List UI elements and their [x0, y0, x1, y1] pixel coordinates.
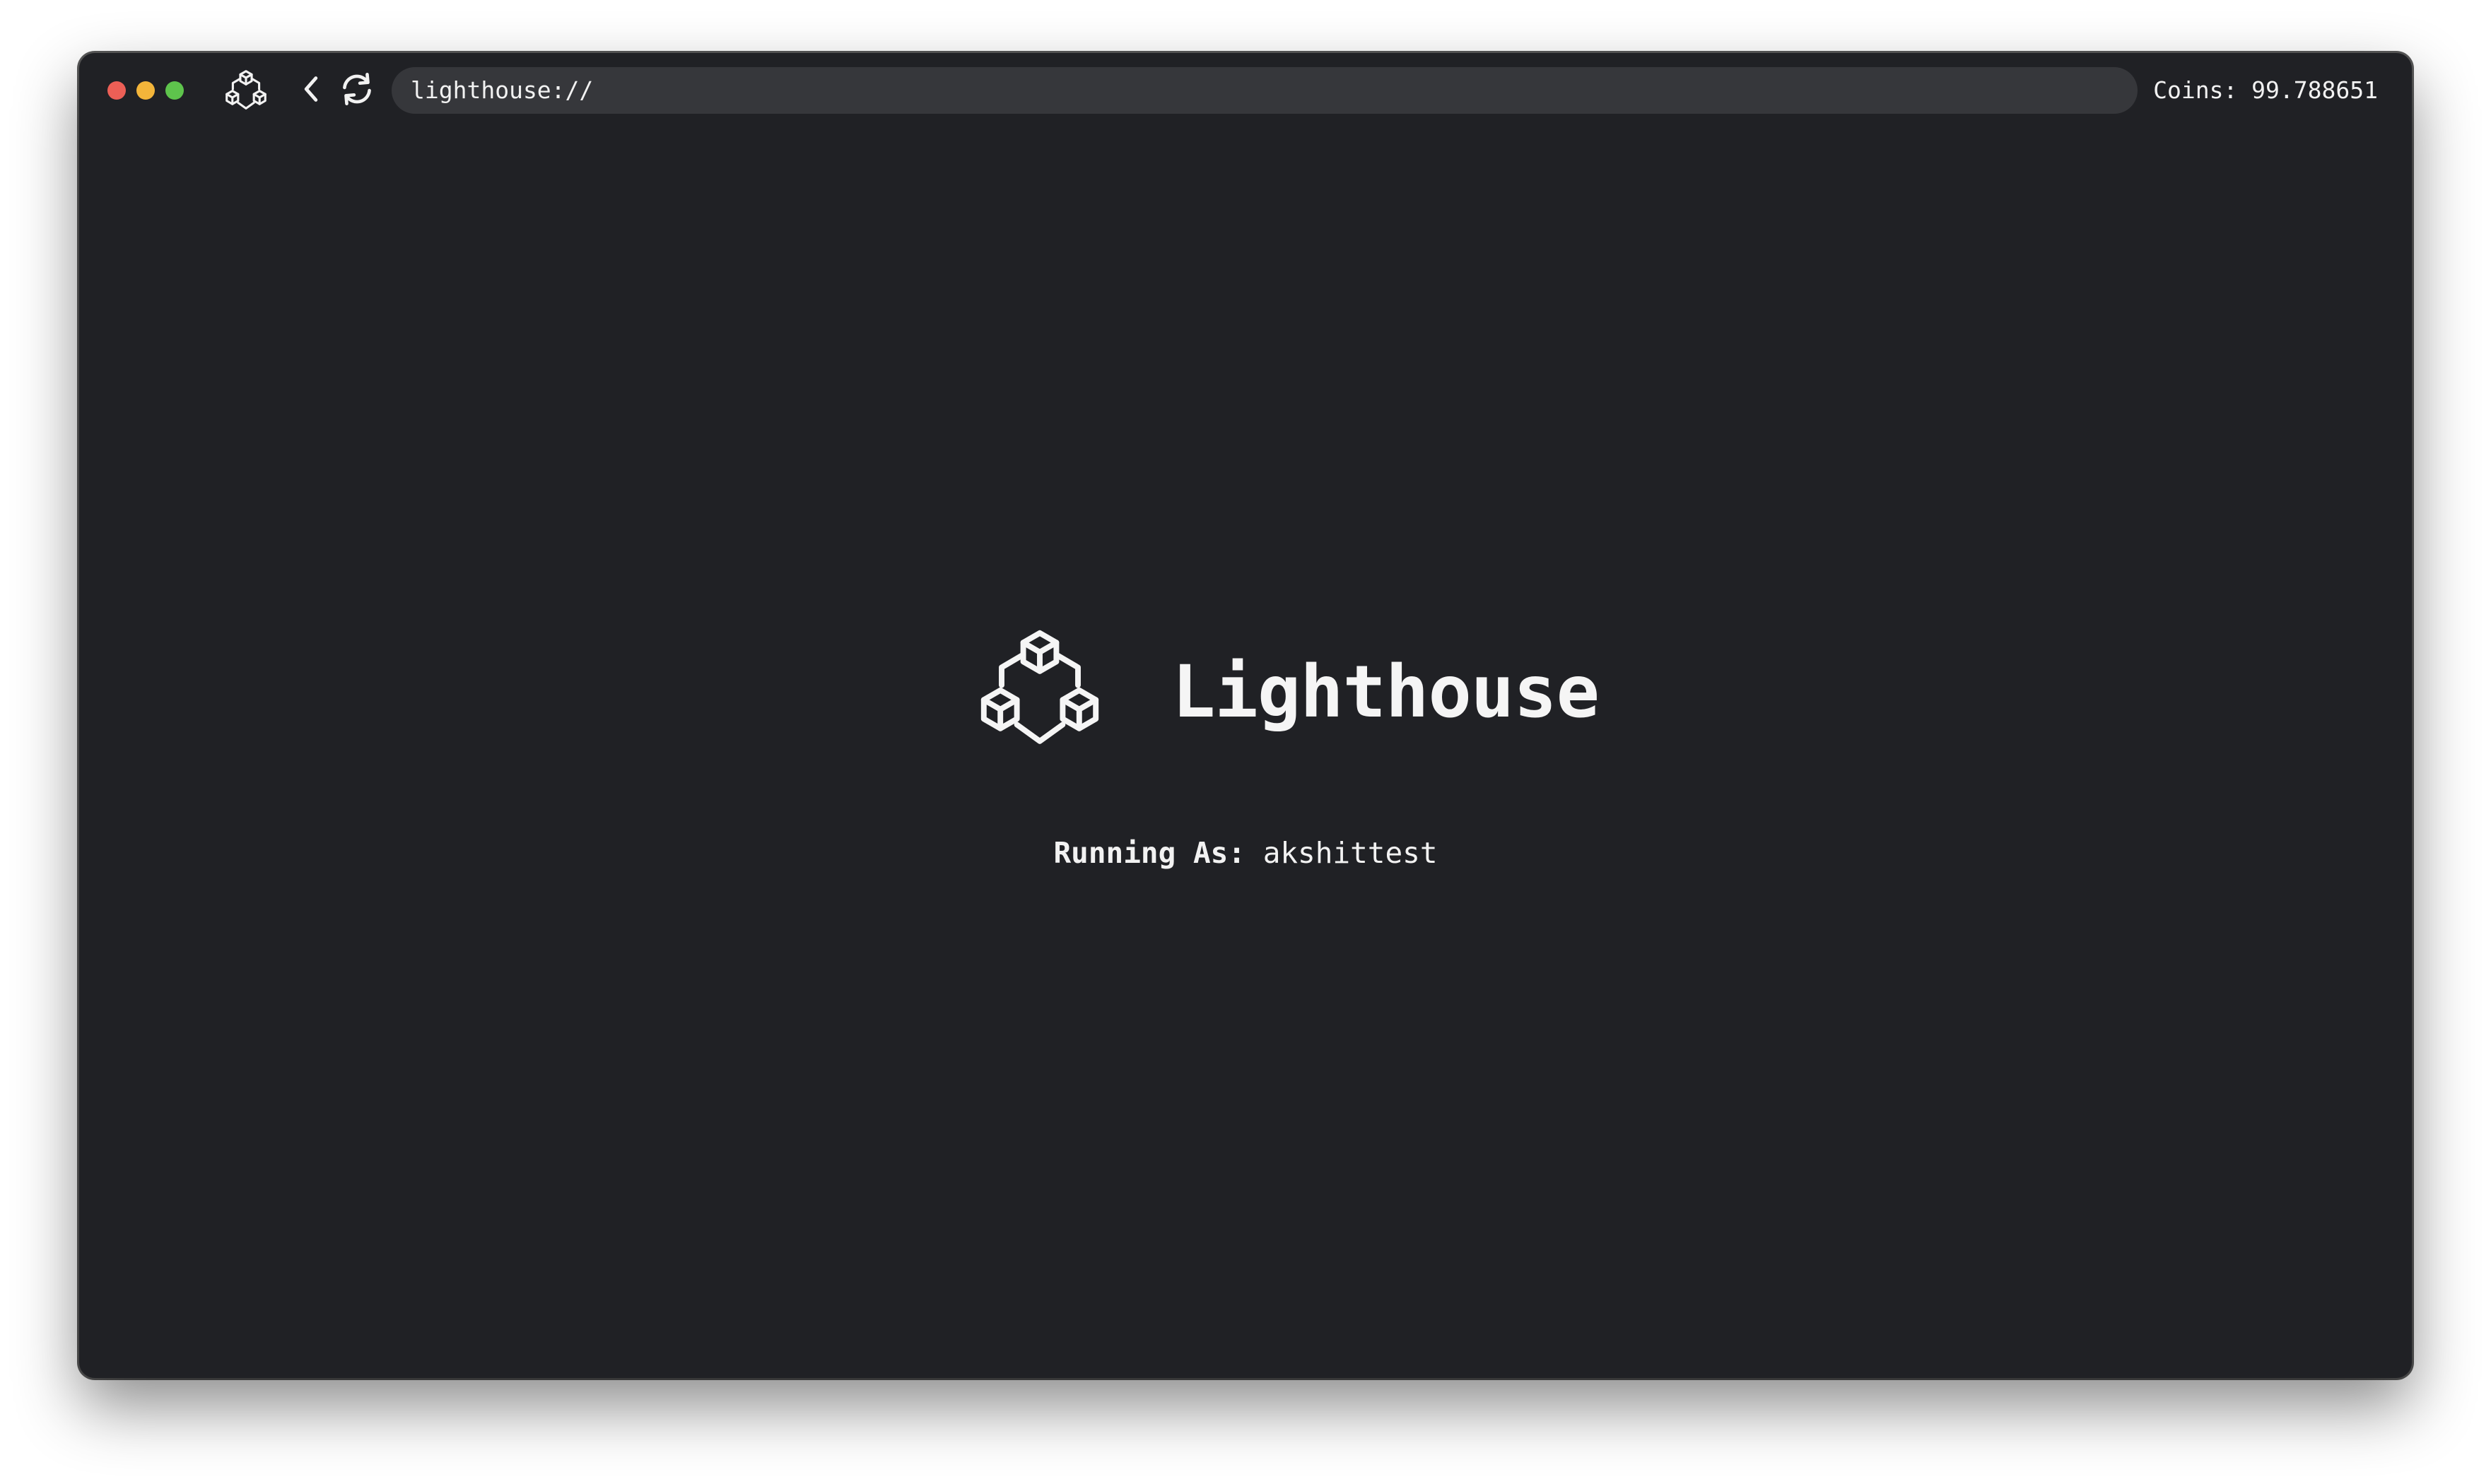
url-bar[interactable]: lighthouse:// — [392, 67, 2138, 114]
title-bar: lighthouse:// Coins: 99.788651 — [79, 53, 2412, 126]
app-title: Lighthouse — [1172, 650, 1600, 734]
cubes-logo-icon — [980, 630, 1099, 744]
minimize-window-button[interactable] — [136, 81, 155, 100]
maximize-window-button[interactable] — [165, 81, 184, 100]
reload-button[interactable] — [335, 67, 379, 111]
back-button[interactable] — [291, 69, 332, 110]
close-window-button[interactable] — [107, 81, 126, 100]
app-hero: Lighthouse — [975, 625, 1640, 753]
running-as-line: Running As: akshittest — [79, 836, 2412, 870]
cubes-logo-icon — [225, 70, 266, 110]
running-as-label: Running As: — [1053, 836, 1246, 870]
coins-balance: Coins: 99.788651 — [2153, 76, 2378, 104]
browser-window: lighthouse:// Coins: 99.788651 Lighthous… — [79, 53, 2412, 1378]
url-text: lighthouse:// — [411, 76, 594, 104]
username: akshittest — [1262, 836, 1438, 870]
